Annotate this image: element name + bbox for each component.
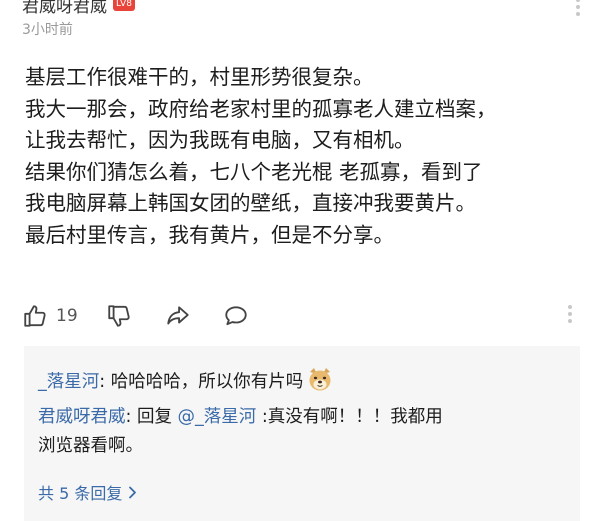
- more-replies-label: 共 5 条回复: [38, 484, 123, 503]
- reply-author[interactable]: 君威呀君威: [38, 407, 126, 427]
- share-icon: [167, 306, 189, 325]
- comment-line: 基层工作很难干的，村里形势很复杂。: [25, 65, 374, 89]
- chevron-right-icon: [129, 486, 137, 498]
- reply-item[interactable]: 君威呀君威: 回复 @_落星河 :真没有啊！！！我都用 浏览器看啊。: [38, 403, 443, 461]
- comment-header: 君威呀君威 LV8: [22, 0, 135, 17]
- dislike-button[interactable]: [106, 301, 132, 331]
- reply-item[interactable]: _落星河: 哈哈哈哈，所以你有片吗: [38, 366, 333, 397]
- doge-emoji-icon: [309, 368, 331, 391]
- comment-body: 基层工作很难干的，村里形势很复杂。 我大一那会，政府给老家村里的孤寡老人建立档案…: [25, 62, 585, 251]
- like-count: 19: [56, 306, 78, 326]
- comment-username[interactable]: 君威呀君威: [22, 0, 107, 17]
- more-vertical-icon[interactable]: [574, 0, 582, 16]
- like-button[interactable]: 19: [22, 301, 78, 331]
- comment-actions: 19: [22, 301, 582, 331]
- share-button[interactable]: [164, 301, 192, 331]
- thumbs-up-icon: [24, 305, 46, 327]
- comment-timestamp: 3小时前: [22, 22, 73, 38]
- reply-prefix: 回复: [131, 407, 178, 427]
- reply-text: :真没有啊！！！我都用: [256, 407, 443, 427]
- comment-line: 我大一那会，政府给老家村里的孤寡老人建立档案，: [25, 96, 497, 121]
- comment-line: 我电脑屏幕上韩国女团的壁纸，直接冲我要黄片。: [25, 191, 476, 215]
- thumbs-down-icon: [108, 305, 130, 327]
- reply-text: 哈哈哈哈，所以你有片吗: [105, 372, 304, 392]
- reply-text-continued: 浏览器看啊。: [38, 436, 143, 456]
- reply-button[interactable]: [222, 301, 250, 331]
- more-vertical-icon[interactable]: [568, 305, 572, 323]
- comment-icon: [225, 306, 247, 326]
- comment-line: 让我去帮忙，因为我既有电脑，又有相机。: [25, 128, 415, 152]
- reply-author[interactable]: _落星河: [38, 372, 99, 392]
- comment-line: 结果你们猜怎么着，七八个老光棍 老孤寡，看到了: [25, 159, 483, 184]
- level-badge: LV8: [113, 0, 135, 11]
- reply-mention[interactable]: @_落星河: [178, 407, 257, 427]
- comment-line: 最后村里传言，我有黄片，但是不分享。: [25, 222, 394, 247]
- replies-panel: _落星河: 哈哈哈哈，所以你有片吗 君威呀君威: 回复 @_落星河 :真没有啊！…: [24, 346, 580, 521]
- view-more-replies-link[interactable]: 共 5 条回复: [38, 480, 137, 504]
